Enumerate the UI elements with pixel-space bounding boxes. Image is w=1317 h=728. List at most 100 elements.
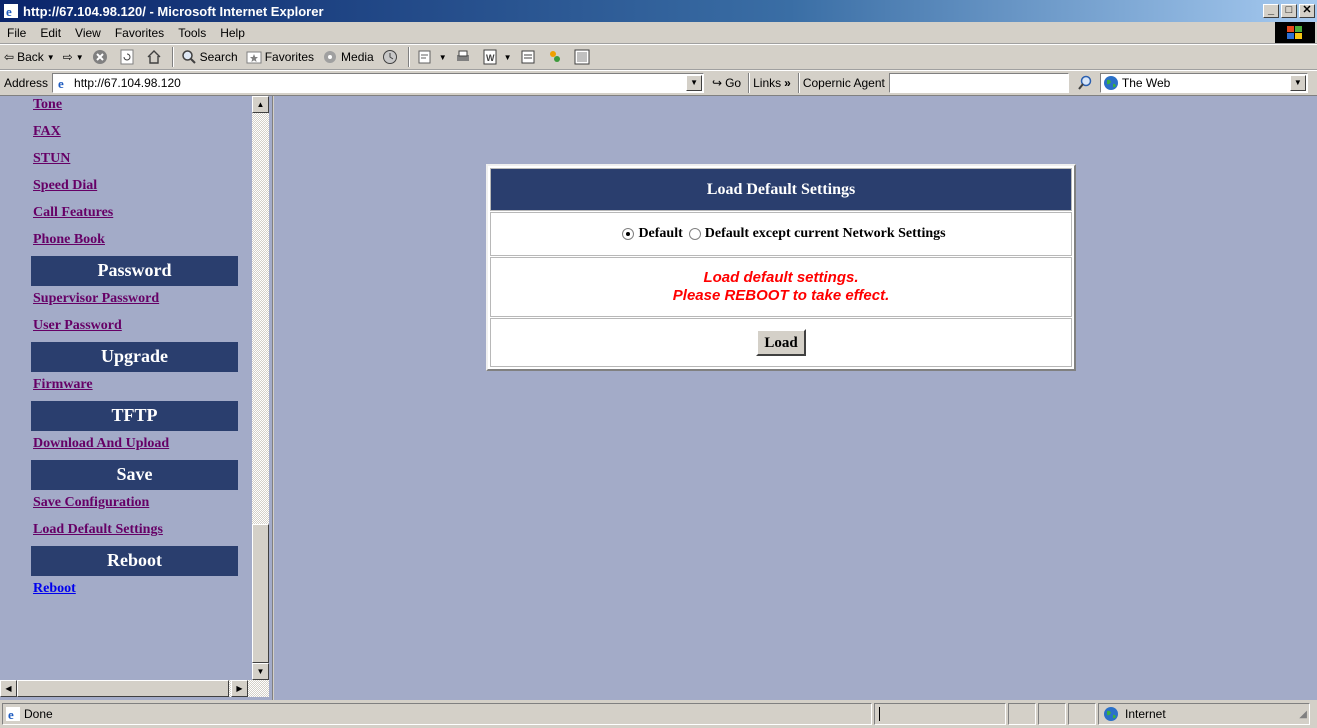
edit-button[interactable]: W ▼	[478, 46, 516, 68]
mail-button[interactable]: ▼	[413, 46, 451, 68]
favorites-icon	[246, 51, 262, 64]
globe-icon	[1104, 707, 1118, 721]
home-icon	[147, 50, 161, 64]
reset-option-group: Default Default except current Network S…	[490, 212, 1072, 256]
mail-icon	[418, 50, 431, 64]
scroll-up-button[interactable]: ▲	[252, 96, 269, 113]
menu-file[interactable]: File	[0, 26, 33, 40]
nav-link-supervisor-password[interactable]: Supervisor Password	[0, 288, 252, 315]
horizontal-scrollbar[interactable]: ◀ ▶	[0, 680, 269, 697]
notice-message: Load default settings. Please REBOOT to …	[490, 257, 1072, 317]
search-label: Search	[199, 50, 238, 64]
default-radio[interactable]	[622, 228, 635, 240]
minimize-button[interactable]: _	[1263, 4, 1279, 18]
media-button[interactable]: Media	[318, 46, 378, 68]
navigation-frame: Tone FAX STUN Speed Dial Call Features P…	[0, 96, 273, 700]
forward-arrow-icon: ⇨	[62, 50, 73, 64]
button-row: Load	[490, 318, 1072, 367]
menu-view[interactable]: View	[68, 26, 108, 40]
scroll-right-button[interactable]: ▶	[231, 680, 248, 697]
menu-help[interactable]: Help	[213, 26, 252, 40]
status-progress-pane	[874, 703, 1006, 725]
windows-logo-icon	[1275, 22, 1315, 43]
chevron-down-icon[interactable]: ▼	[76, 53, 84, 62]
menu-edit[interactable]: Edit	[33, 26, 68, 40]
research-icon	[574, 49, 590, 65]
nav-header-save: Save	[31, 460, 238, 490]
search-icon[interactable]	[1077, 75, 1093, 91]
forward-button[interactable]: ⇨ ▼	[59, 46, 88, 68]
load-button[interactable]: Load	[756, 329, 806, 356]
nav-link-call-features[interactable]: Call Features	[0, 202, 252, 229]
discuss-button[interactable]	[516, 46, 543, 68]
nav-header-reboot: Reboot	[31, 546, 238, 576]
nav-link-tone[interactable]: Tone	[0, 96, 252, 121]
chevron-down-icon[interactable]: ▼	[504, 53, 512, 62]
history-button[interactable]	[378, 46, 405, 68]
chevron-down-icon[interactable]: ▼	[439, 53, 447, 62]
menu-bar: File Edit View Favorites Tools Help	[0, 22, 1317, 44]
horizontal-scrollbar-thumb[interactable]	[17, 680, 229, 697]
status-text: Done	[24, 707, 53, 721]
nav-link-user-password[interactable]: User Password	[0, 315, 252, 342]
menu-tools[interactable]: Tools	[171, 26, 213, 40]
nav-link-speed-dial[interactable]: Speed Dial	[0, 175, 252, 202]
default-option-label[interactable]: Default	[638, 226, 682, 242]
menu-favorites[interactable]: Favorites	[108, 26, 171, 40]
copernic-search-input[interactable]	[888, 73, 1069, 93]
vertical-scrollbar[interactable]: ▲ ▼	[252, 96, 269, 680]
close-button[interactable]: ✕	[1299, 4, 1315, 18]
links-chevron-icon[interactable]: »	[784, 76, 791, 90]
nav-link-firmware[interactable]: Firmware	[0, 374, 252, 401]
default-except-network-radio[interactable]	[688, 228, 701, 240]
address-url: http://67.104.98.120	[74, 76, 181, 90]
go-button[interactable]: ↪ Go	[708, 72, 745, 94]
refresh-button[interactable]	[115, 46, 142, 68]
messenger-button[interactable]	[543, 46, 570, 68]
nav-link-download-and-upload[interactable]: Download And Upload	[0, 433, 252, 460]
home-button[interactable]	[142, 46, 169, 68]
favorites-label: Favorites	[264, 50, 315, 64]
ie-page-icon: e	[56, 76, 71, 91]
globe-icon	[1103, 76, 1118, 90]
scrollbar-thumb[interactable]	[252, 524, 269, 663]
svg-text:e: e	[6, 4, 12, 19]
search-scope-dropdown-button[interactable]: ▼	[1289, 75, 1306, 91]
address-label: Address	[4, 76, 49, 90]
security-zone-label: Internet	[1125, 707, 1166, 721]
links-label[interactable]: Links	[753, 76, 781, 90]
svg-text:e: e	[8, 707, 14, 722]
load-default-settings-panel: Load Default Settings Default Default ex…	[486, 164, 1076, 371]
nav-link-stun[interactable]: STUN	[0, 148, 252, 175]
scroll-left-button[interactable]: ◀	[0, 680, 17, 697]
chevron-down-icon[interactable]: ▼	[47, 53, 55, 62]
print-icon	[456, 50, 469, 61]
nav-link-fax[interactable]: FAX	[0, 121, 252, 148]
nav-link-save-configuration[interactable]: Save Configuration	[0, 492, 252, 519]
media-icon	[324, 51, 337, 63]
navigation-list: Tone FAX STUN Speed Dial Call Features P…	[0, 96, 252, 605]
toolbar-separator	[407, 47, 410, 67]
search-button[interactable]: Search	[177, 46, 242, 68]
scroll-down-button[interactable]: ▼	[252, 663, 269, 680]
address-bar: Address e http://67.104.98.120 ▼ ↪ Go Li…	[0, 70, 1317, 96]
stop-button[interactable]	[88, 46, 115, 68]
favorites-button[interactable]: Favorites	[242, 46, 318, 68]
svg-text:e: e	[58, 76, 64, 91]
nav-link-reboot[interactable]: Reboot	[0, 578, 252, 605]
address-input[interactable]: e http://67.104.98.120 ▼	[52, 73, 705, 93]
back-button[interactable]: ⇦ Back ▼	[0, 46, 59, 68]
nav-link-load-default-settings[interactable]: Load Default Settings	[0, 519, 252, 546]
research-button[interactable]	[570, 46, 597, 68]
word-icon: W	[483, 49, 497, 65]
search-scope-select[interactable]: The Web ▼	[1099, 73, 1308, 93]
resize-grip-icon[interactable]: ◢	[1299, 709, 1307, 720]
toolbar-separator	[171, 47, 174, 67]
print-button[interactable]	[451, 46, 478, 68]
address-dropdown-button[interactable]: ▼	[686, 75, 703, 91]
nav-link-phone-book[interactable]: Phone Book	[0, 229, 252, 256]
maximize-button[interactable]: □	[1281, 4, 1297, 18]
default-except-network-label[interactable]: Default except current Network Settings	[705, 226, 946, 242]
notice-line-1: Load default settings.	[703, 269, 859, 286]
status-pane	[1008, 703, 1036, 725]
